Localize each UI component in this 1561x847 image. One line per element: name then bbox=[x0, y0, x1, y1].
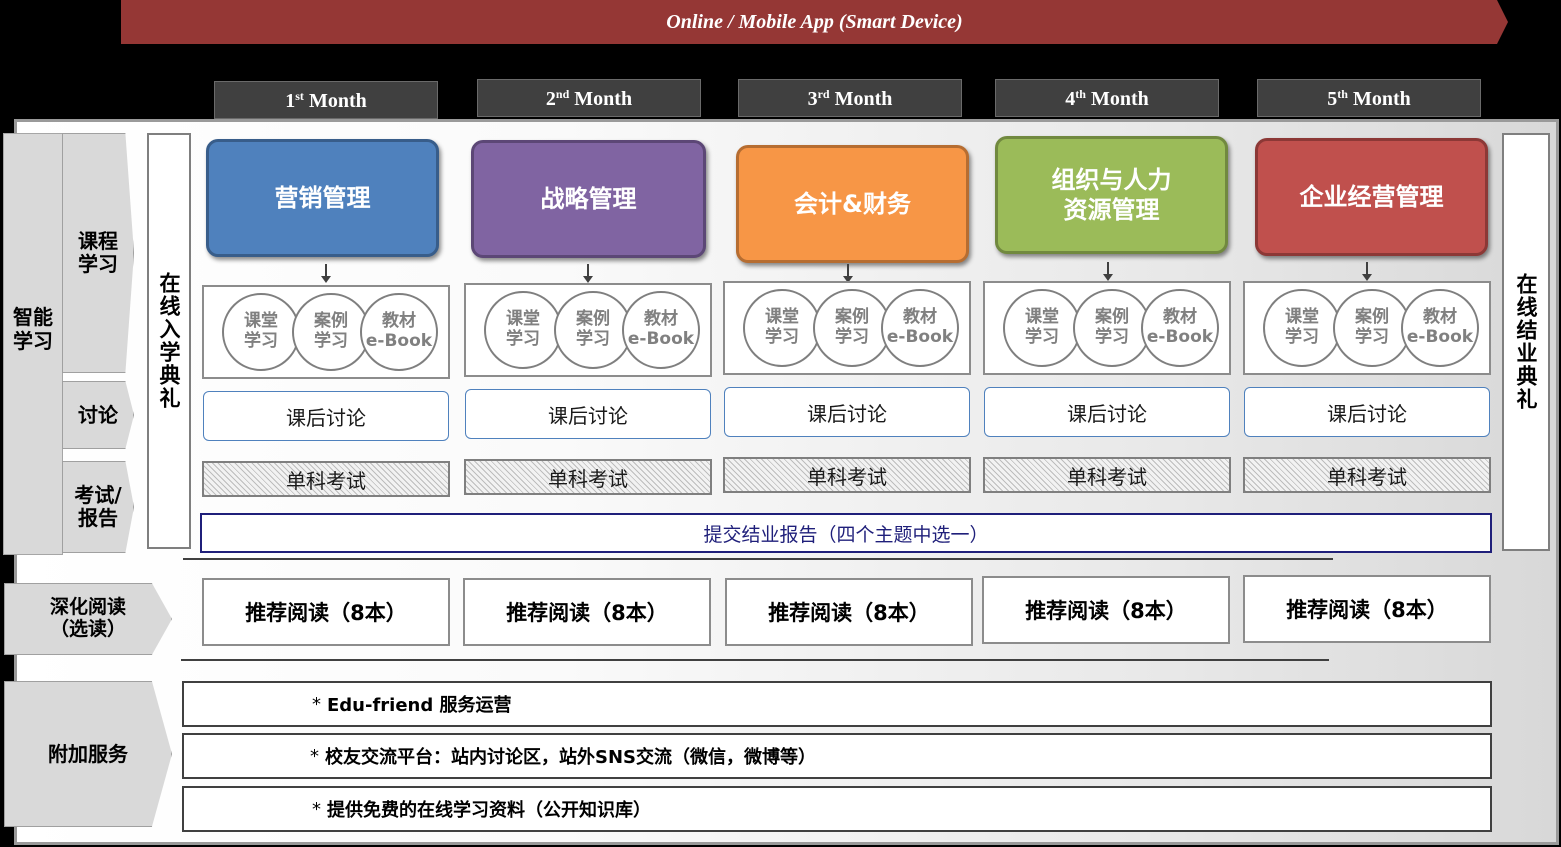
ebook-circle: 教材 e-Book bbox=[622, 291, 700, 369]
single-subject-exam: 单科考试 bbox=[464, 459, 712, 495]
classroom-learning-circle: 课堂 学习 bbox=[484, 291, 562, 369]
recommended-reading: 推荐阅读（8本） bbox=[982, 576, 1230, 644]
after-class-discussion: 课后讨论 bbox=[465, 389, 711, 439]
recommended-reading: 推荐阅读（8本） bbox=[1243, 575, 1491, 643]
after-class-discussion: 课后讨论 bbox=[203, 391, 449, 441]
final-report-bar: 提交结业报告（四个主题中选一） bbox=[200, 513, 1492, 553]
case-learning-circle: 案例 学习 bbox=[1333, 289, 1411, 367]
classroom-learning-circle: 课堂 学习 bbox=[1263, 289, 1341, 367]
service-text: 校友交流平台：站内讨论区，站外SNS交流（微信，微博等） bbox=[325, 743, 816, 769]
case-learning-circle: 案例 学习 bbox=[554, 291, 632, 369]
ebook-circle: 教材 e-Book bbox=[1141, 289, 1219, 367]
recommended-reading: 推荐阅读（8本） bbox=[725, 578, 973, 646]
arrow-down-icon bbox=[587, 264, 589, 278]
month-label: Month bbox=[1353, 88, 1411, 110]
closing-ceremony: 在线结业典礼 bbox=[1502, 133, 1550, 551]
arrow-down-icon bbox=[1366, 262, 1368, 276]
subject-strategy: 战略管理 bbox=[471, 140, 706, 258]
month-label: Month bbox=[1091, 88, 1149, 110]
deep-reading-label: 深化阅读 （选读） bbox=[4, 583, 172, 655]
month-num: 5 bbox=[1327, 88, 1337, 110]
month-label: Month bbox=[574, 88, 632, 110]
after-class-discussion: 课后讨论 bbox=[724, 387, 970, 437]
ebook-circle: 教材 e-Book bbox=[881, 289, 959, 367]
extra-services-label: 附加服务 bbox=[4, 681, 172, 827]
subject-business: 企业经营管理 bbox=[1255, 138, 1488, 256]
bullet-star: * bbox=[310, 746, 319, 767]
divider-line bbox=[181, 659, 1329, 661]
after-class-discussion: 课后讨论 bbox=[1244, 387, 1490, 437]
divider-line bbox=[183, 558, 1333, 560]
service-text: Edu-friend 服务运营 bbox=[327, 691, 512, 717]
platform-banner: Online / Mobile App (Smart Device) bbox=[121, 0, 1508, 44]
bullet-star: * bbox=[312, 799, 321, 820]
month-header-2: 2nd Month bbox=[477, 79, 701, 117]
arrow-down-icon bbox=[1107, 262, 1109, 276]
month-suffix: rd bbox=[818, 87, 830, 101]
service-item-edu-friend: * Edu-friend 服务运营 bbox=[182, 681, 1492, 727]
ebook-circle: 教材 e-Book bbox=[360, 293, 438, 371]
recommended-reading: 推荐阅读（8本） bbox=[202, 578, 450, 646]
month-num: 2 bbox=[546, 88, 556, 110]
service-item-alumni: * 校友交流平台：站内讨论区，站外SNS交流（微信，微博等） bbox=[182, 733, 1492, 779]
month-header-5: 5th Month bbox=[1257, 79, 1481, 117]
subject-marketing: 营销管理 bbox=[206, 139, 439, 257]
opening-ceremony: 在线入学典礼 bbox=[147, 133, 191, 549]
exam-report-label: 考试/ 报告 bbox=[62, 461, 134, 553]
month-num: 3 bbox=[808, 88, 818, 110]
arrow-down-icon bbox=[325, 264, 327, 278]
classroom-learning-circle: 课堂 学习 bbox=[1003, 289, 1081, 367]
recommended-reading: 推荐阅读（8本） bbox=[463, 578, 711, 646]
month-header-3: 3rd Month bbox=[738, 79, 962, 117]
month-header-1: 1st Month bbox=[214, 81, 438, 119]
classroom-learning-circle: 课堂 学习 bbox=[743, 289, 821, 367]
service-text: 提供免费的在线学习资料（公开知识库） bbox=[327, 796, 651, 822]
month-label: Month bbox=[835, 88, 893, 110]
single-subject-exam: 单科考试 bbox=[983, 457, 1231, 493]
smart-learning-label: 智能 学习 bbox=[3, 305, 63, 353]
course-learning-label: 课程 学习 bbox=[62, 133, 134, 373]
month-suffix: st bbox=[295, 89, 304, 103]
case-learning-circle: 案例 学习 bbox=[813, 289, 891, 367]
month-suffix: th bbox=[1075, 87, 1086, 101]
case-learning-circle: 案例 学习 bbox=[292, 293, 370, 371]
single-subject-exam: 单科考试 bbox=[202, 461, 450, 497]
month-label: Month bbox=[309, 90, 367, 112]
ebook-circle: 教材 e-Book bbox=[1401, 289, 1479, 367]
month-suffix: th bbox=[1337, 87, 1348, 101]
service-item-free-resources: * 提供免费的在线学习资料（公开知识库） bbox=[182, 786, 1492, 832]
subject-hr: 组织与人力 资源管理 bbox=[995, 136, 1228, 254]
case-learning-circle: 案例 学习 bbox=[1073, 289, 1151, 367]
discussion-label: 讨论 bbox=[62, 381, 134, 449]
single-subject-exam: 单科考试 bbox=[1243, 457, 1491, 493]
classroom-learning-circle: 课堂 学习 bbox=[222, 293, 300, 371]
month-suffix: nd bbox=[556, 87, 569, 101]
month-num: 4 bbox=[1065, 88, 1075, 110]
after-class-discussion: 课后讨论 bbox=[984, 387, 1230, 437]
month-header-4: 4th Month bbox=[995, 79, 1219, 117]
arrow-down-icon bbox=[847, 264, 849, 278]
month-num: 1 bbox=[285, 90, 295, 112]
subject-accounting: 会计&财务 bbox=[736, 145, 969, 263]
bullet-star: * bbox=[312, 694, 321, 715]
single-subject-exam: 单科考试 bbox=[723, 457, 971, 493]
